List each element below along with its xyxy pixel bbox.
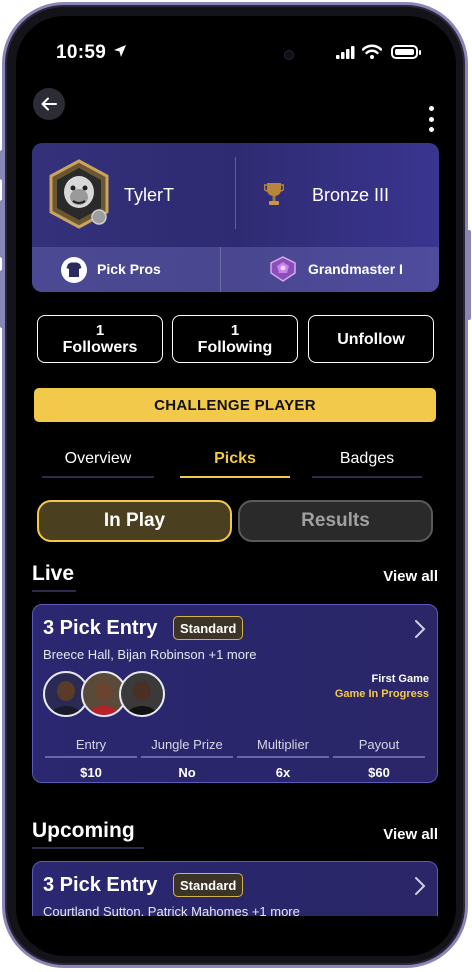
trophy-icon — [264, 183, 284, 205]
followers-count: 1 — [95, 322, 105, 339]
live-entry-card[interactable]: 3 Pick Entry Standard Breece Hall, Bijan… — [32, 604, 438, 783]
first-game-info: First Game Game In Progress — [335, 673, 429, 700]
stat-label: Jungle Prize — [141, 737, 233, 758]
live-title-text: Live — [32, 562, 75, 585]
battery-icon — [391, 45, 421, 59]
divider — [235, 157, 236, 229]
status-bar: 10:59 — [16, 40, 456, 70]
stat-label: Entry — [45, 737, 137, 758]
results-toggle[interactable]: Results — [238, 500, 433, 542]
volume-down-button — [0, 270, 4, 328]
followers-label: Followers — [62, 339, 138, 356]
front-camera — [284, 50, 294, 60]
entry-title: 3 Pick Entry — [43, 617, 158, 639]
in-play-toggle[interactable]: In Play — [37, 500, 232, 542]
username: TylerT — [124, 185, 175, 205]
tab-badges[interactable]: Badges — [312, 450, 422, 478]
tier-label: Grandmaster I — [308, 261, 403, 277]
game-status: Game In Progress — [334, 688, 429, 700]
avatar[interactable] — [47, 159, 111, 229]
divider — [220, 247, 221, 292]
rank-label: Bronze III — [312, 185, 390, 205]
chevron-right-icon — [415, 620, 426, 638]
stat-value: $60 — [368, 765, 390, 780]
entry-type-badge: Standard — [173, 616, 244, 640]
following-button[interactable]: 1 Following — [172, 315, 298, 363]
dot-icon — [428, 127, 434, 132]
unfollow-label: Unfollow — [337, 330, 405, 348]
first-game-label: First Game — [371, 673, 429, 685]
section-underline — [32, 590, 76, 592]
entry-players: Breece Hall, Bijan Robinson +1 more — [43, 647, 257, 662]
following-count: 1 — [230, 322, 240, 339]
entry-type-badge: Standard — [173, 873, 244, 897]
dot-icon — [428, 106, 434, 111]
tab-picks-label: Picks — [214, 450, 256, 467]
volume-up-button — [0, 200, 4, 258]
dot-icon — [428, 116, 434, 122]
entry-title: 3 Pick Entry — [43, 874, 158, 896]
live-section-title: Live — [32, 562, 76, 592]
followers-button[interactable]: 1 Followers — [37, 315, 163, 363]
player-avatar — [119, 671, 165, 717]
upcoming-view-all-link[interactable]: View all — [383, 826, 438, 843]
more-options-button[interactable] — [424, 106, 438, 132]
stat-label: Multiplier — [237, 737, 329, 758]
stat-jungle-prize: Jungle Prize No — [141, 737, 233, 780]
tab-badges-label: Badges — [339, 450, 395, 467]
stat-value: 6x — [275, 765, 291, 780]
tab-picks[interactable]: Picks — [180, 450, 290, 478]
stat-label: Payout — [333, 737, 425, 758]
back-button[interactable] — [33, 88, 65, 120]
location-arrow-icon — [114, 45, 126, 57]
challenge-player-button[interactable]: CHALLENGE PLAYER — [34, 388, 436, 422]
upcoming-title-text: Upcoming — [32, 819, 135, 842]
power-button — [467, 230, 471, 320]
section-underline — [32, 847, 144, 849]
stat-entry: Entry $10 — [45, 737, 137, 780]
app-screen: 10:59 TylerT Bronze III Pick Pros Grandm… — [16, 16, 456, 956]
stat-value: $10 — [80, 765, 102, 780]
tab-overview-label: Overview — [64, 450, 132, 467]
upcoming-section-title: Upcoming — [32, 819, 144, 849]
grandmaster-crest-icon — [270, 256, 296, 282]
arrow-left-icon — [41, 97, 57, 111]
stat-payout: Payout $60 — [333, 737, 425, 780]
wifi-icon — [362, 44, 382, 59]
unfollow-button[interactable]: Unfollow — [308, 315, 434, 363]
player-avatars — [43, 671, 167, 719]
tab-underline — [312, 476, 422, 478]
tab-underline-active — [180, 476, 290, 478]
stat-value: No — [178, 765, 196, 780]
following-label: Following — [197, 339, 273, 356]
status-time: 10:59 — [56, 42, 107, 63]
side-button — [0, 150, 4, 180]
stat-multiplier: Multiplier 6x — [237, 737, 329, 780]
tab-underline — [42, 476, 154, 478]
tab-overview[interactable]: Overview — [42, 450, 154, 478]
live-view-all-link[interactable]: View all — [383, 568, 438, 585]
jersey-icon — [61, 257, 87, 283]
chevron-right-icon — [415, 877, 426, 895]
cellular-signal-icon — [336, 46, 355, 59]
screen-bottom-edge — [16, 916, 456, 956]
club-label: Pick Pros — [97, 261, 161, 277]
profile-card: TylerT Bronze III Pick Pros Grandmaster … — [32, 143, 439, 292]
